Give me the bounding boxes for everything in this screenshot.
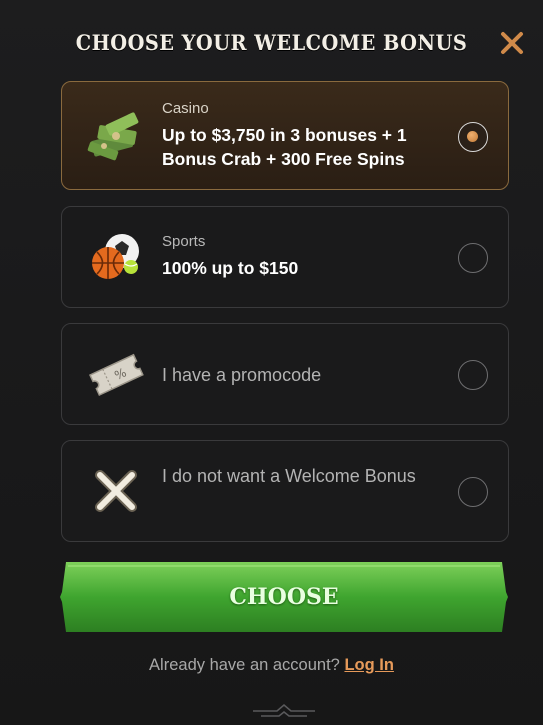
option-promocode-radio[interactable] [458, 360, 488, 390]
login-prompt: Already have an account? Log In [0, 656, 543, 675]
option-sports-radio[interactable] [458, 243, 488, 273]
sports-balls-icon [86, 227, 146, 287]
option-casino-description: Up to $3,750 in 3 bonuses + 1 Bonus Crab… [162, 125, 407, 169]
welcome-bonus-modal: CHOOSE YOUR WELCOME BONUS Casino Up to $… [0, 0, 543, 725]
option-promocode[interactable]: % I have a promocode [61, 323, 509, 425]
money-stack-icon [86, 106, 146, 166]
option-casino[interactable]: Casino Up to $3,750 in 3 bonuses + 1 Bon… [61, 81, 509, 190]
choose-button-label: CHOOSE [229, 584, 339, 610]
option-no-bonus[interactable]: I do not want a Welcome Bonus [61, 440, 509, 542]
ornament-icon [253, 704, 315, 717]
close-icon [501, 32, 523, 54]
option-no-bonus-radio[interactable] [458, 477, 488, 507]
cross-icon [86, 461, 146, 521]
option-promocode-label: I have a promocode [162, 365, 322, 385]
login-link[interactable]: Log In [344, 656, 393, 674]
login-prompt-text: Already have an account? [149, 656, 340, 674]
ticket-icon: % [86, 344, 146, 404]
option-no-bonus-label: I do not want a Welcome Bonus [162, 466, 416, 486]
option-sports-label: Sports [162, 233, 206, 250]
option-sports[interactable]: Sports 100% up to $150 [61, 206, 509, 308]
option-casino-label: Casino [162, 100, 209, 117]
option-sports-description: 100% up to $150 [162, 258, 299, 278]
close-button[interactable] [499, 30, 525, 56]
option-casino-radio[interactable] [458, 122, 488, 152]
modal-title: CHOOSE YOUR WELCOME BONUS [75, 30, 468, 55]
choose-button[interactable]: CHOOSE [60, 562, 508, 632]
